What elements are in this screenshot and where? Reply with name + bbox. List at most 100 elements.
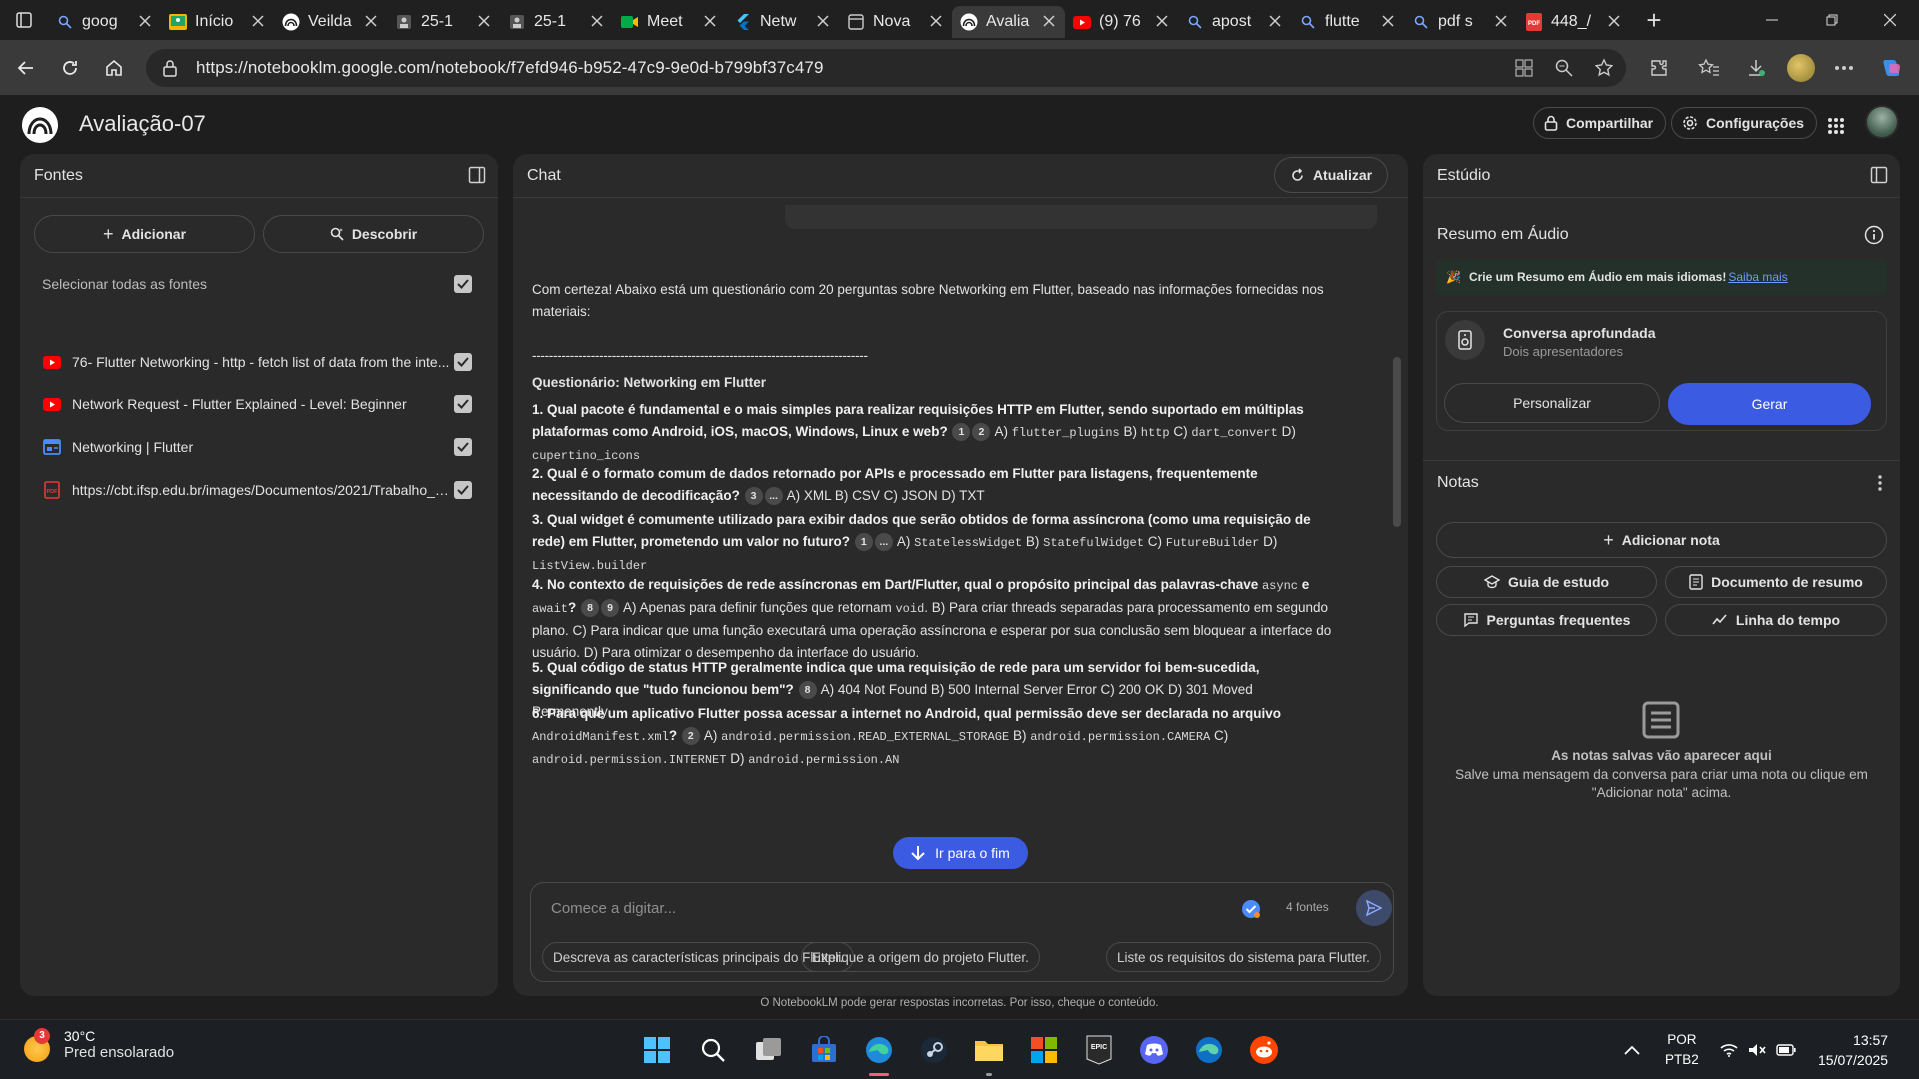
site-info-icon[interactable] <box>158 59 182 77</box>
question-4[interactable]: 4. No contexto de requisições de rede as… <box>532 574 1332 664</box>
source-item[interactable]: 76- Flutter Networking - http - fetch li… <box>42 350 462 374</box>
favorites-icon[interactable] <box>1693 52 1725 84</box>
summary-doc-button[interactable]: Documento de resumo <box>1665 566 1887 598</box>
suggestion-chip[interactable]: Explique a origem do projeto Flutter. <box>801 942 1040 972</box>
add-note-button[interactable]: + Adicionar nota <box>1436 522 1887 558</box>
task-view-icon[interactable] <box>749 1030 789 1070</box>
citation-badge[interactable]: 8 <box>798 681 817 699</box>
profile-avatar-icon[interactable] <box>1785 52 1817 84</box>
copilot-icon[interactable] <box>1876 52 1908 84</box>
close-tab-icon[interactable] <box>930 15 944 29</box>
google-apps-icon[interactable] <box>1822 112 1850 140</box>
customize-button[interactable]: Personalizar <box>1444 383 1660 423</box>
browser-tab[interactable]: Meet <box>613 6 726 38</box>
back-button[interactable] <box>4 46 48 90</box>
browser-tab[interactable]: 25-1 <box>387 6 500 38</box>
citation-badge[interactable]: ... <box>764 487 783 505</box>
minimize-button[interactable] <box>1743 0 1801 40</box>
discord-icon[interactable] <box>1134 1030 1174 1070</box>
steam-icon[interactable] <box>914 1030 954 1070</box>
refresh-button[interactable]: Atualizar <box>1274 157 1388 193</box>
user-avatar[interactable] <box>1865 105 1899 139</box>
browser-tab[interactable]: flutte <box>1291 6 1404 38</box>
faq-button[interactable]: Perguntas frequentes <box>1436 604 1657 636</box>
browser-tab[interactable]: PDF 448_/ <box>1517 6 1630 38</box>
share-button[interactable]: Compartilhar <box>1533 107 1667 139</box>
show-hidden-icons[interactable] <box>1612 1030 1652 1070</box>
citation-badge[interactable]: 1 <box>952 423 971 441</box>
citation-badge[interactable]: ... <box>874 533 893 551</box>
close-tab-icon[interactable] <box>1043 15 1057 29</box>
source-item[interactable]: Networking | Flutter <box>42 435 462 459</box>
close-tab-icon[interactable] <box>1608 15 1622 29</box>
browser-tab[interactable]: goog <box>48 6 161 38</box>
source-check-icon[interactable] <box>1241 899 1261 919</box>
browser-tab[interactable]: Netw <box>726 6 839 38</box>
citation-badge[interactable]: 2 <box>681 727 700 745</box>
app-available-icon[interactable] <box>1508 52 1540 84</box>
browser-tab[interactable]: Avalia <box>952 6 1065 38</box>
close-tab-icon[interactable] <box>252 15 266 29</box>
citation-badge[interactable]: 9 <box>601 599 620 617</box>
browser-tab[interactable]: (9) 76 <box>1065 6 1178 38</box>
favorite-star-icon[interactable] <box>1588 52 1620 84</box>
send-button[interactable] <box>1356 890 1392 926</box>
microsoft-365-icon[interactable] <box>1024 1030 1064 1070</box>
edge-browser-icon[interactable] <box>859 1030 899 1076</box>
start-button[interactable] <box>637 1030 677 1070</box>
zoom-icon[interactable] <box>1548 52 1580 84</box>
close-tab-icon[interactable] <box>817 15 831 29</box>
home-button[interactable] <box>92 46 136 90</box>
close-tab-icon[interactable] <box>1495 15 1509 29</box>
browser-tab[interactable]: Veilda <box>274 6 387 38</box>
epic-games-icon[interactable]: EPIC <box>1079 1030 1119 1070</box>
restore-button[interactable] <box>1803 0 1861 40</box>
browser-tab[interactable]: 25-1 <box>500 6 613 38</box>
system-tray-status[interactable] <box>1718 1030 1798 1070</box>
weather-widget[interactable]: 3 30°C Pred ensolarado <box>24 1027 174 1062</box>
question-2[interactable]: 2. Qual é o formato comum de dados retor… <box>532 463 1332 507</box>
more-options-icon[interactable] <box>1828 52 1860 84</box>
info-icon[interactable] <box>1864 225 1884 245</box>
browser-tab[interactable]: pdf s <box>1404 6 1517 38</box>
clock[interactable]: 13:57 15/07/2025 <box>1818 1030 1888 1070</box>
downloads-icon[interactable] <box>1740 52 1772 84</box>
close-tab-icon[interactable] <box>365 15 379 29</box>
reddit-icon[interactable] <box>1244 1030 1284 1070</box>
address-bar[interactable]: https://notebooklm.google.com/notebook/f… <box>146 49 1626 87</box>
source-checkbox[interactable] <box>454 395 472 413</box>
settings-button[interactable]: Configurações <box>1671 107 1818 139</box>
source-checkbox[interactable] <box>454 353 472 371</box>
extensions-icon[interactable] <box>1643 52 1675 84</box>
collapse-panel-icon[interactable] <box>1870 166 1888 184</box>
file-explorer-icon[interactable] <box>969 1030 1009 1076</box>
notes-menu-icon[interactable] <box>1878 475 1882 491</box>
suggestion-chip[interactable]: Liste os requisitos do sistema para Flut… <box>1106 942 1381 972</box>
url-text[interactable]: https://notebooklm.google.com/notebook/f… <box>196 58 824 78</box>
source-checkbox[interactable] <box>454 438 472 456</box>
question-1[interactable]: 1. Qual pacote é fundamental e o mais si… <box>532 399 1332 467</box>
add-source-button[interactable]: + Adicionar <box>34 215 255 253</box>
new-tab-button[interactable]: + <box>1636 2 1672 38</box>
close-tab-icon[interactable] <box>478 15 492 29</box>
generate-button[interactable]: Gerar <box>1668 383 1871 425</box>
close-tab-icon[interactable] <box>704 15 718 29</box>
notebook-title[interactable]: Avaliação-07 <box>79 111 206 137</box>
discover-button[interactable]: Descobrir <box>263 215 484 253</box>
collapse-panel-icon[interactable] <box>468 166 486 184</box>
chat-scrollbar[interactable] <box>1393 357 1401 527</box>
browser-tab[interactable]: Início <box>161 6 274 38</box>
close-tab-icon[interactable] <box>139 15 153 29</box>
question-6[interactable]: 6. Para que um aplicativo Flutter possa … <box>532 703 1332 771</box>
reload-button[interactable] <box>48 46 92 90</box>
learn-more-link[interactable]: Saiba mais <box>1728 270 1787 284</box>
source-checkbox[interactable] <box>454 481 472 499</box>
search-icon[interactable] <box>693 1030 733 1070</box>
store-icon[interactable] <box>804 1030 844 1070</box>
question-3[interactable]: 3. Qual widget é comumente utilizado par… <box>532 509 1332 577</box>
citation-badge[interactable]: 2 <box>972 423 991 441</box>
edge-dev-icon[interactable] <box>1189 1030 1229 1070</box>
jump-to-end-button[interactable]: Ir para o fim <box>893 837 1028 869</box>
close-tab-icon[interactable] <box>1269 15 1283 29</box>
source-item[interactable]: Network Request - Flutter Explained - Le… <box>42 392 462 416</box>
